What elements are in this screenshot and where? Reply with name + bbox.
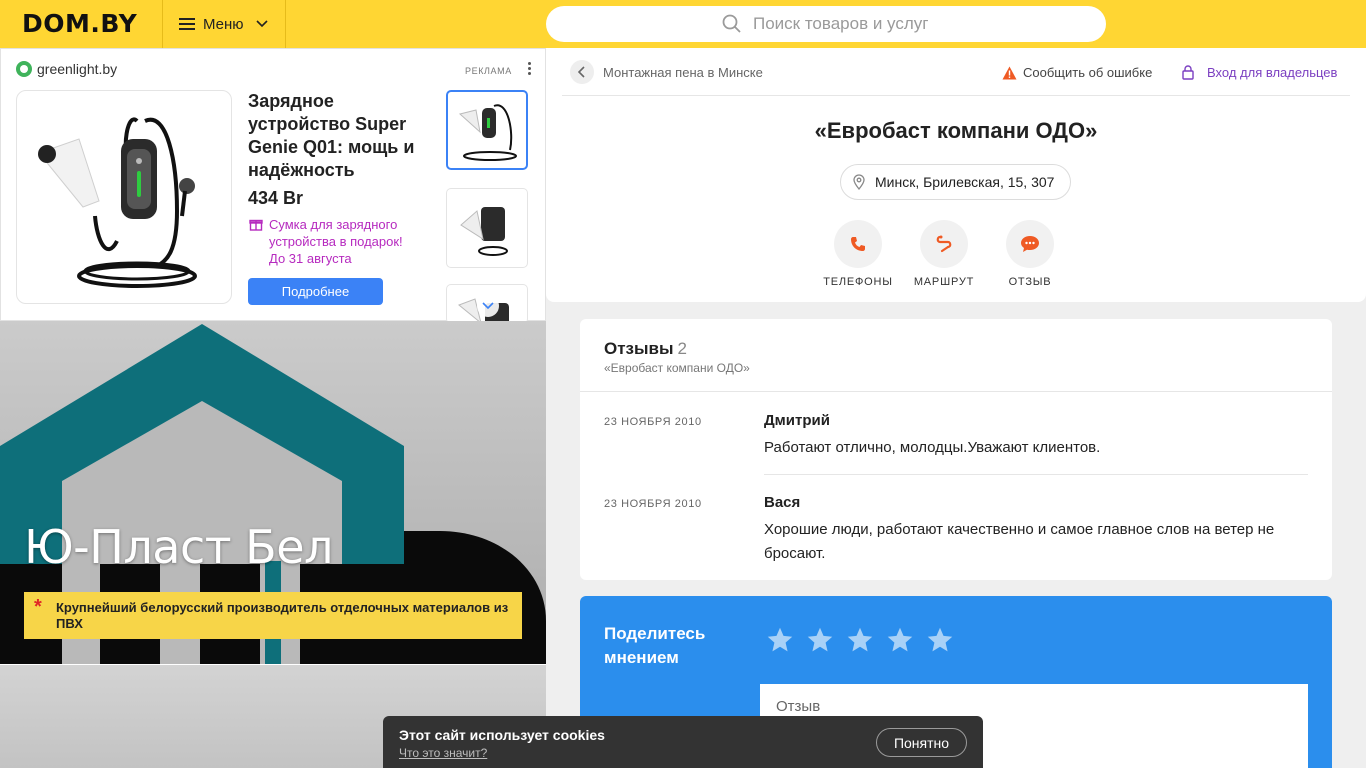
company-name: «Евробаст компани ОДО» — [814, 118, 1098, 143]
route-label: МАРШРУТ — [913, 276, 975, 288]
cookie-info-link[interactable]: Что это значит? — [399, 746, 487, 760]
report-error-label: Сообщить об ошибке — [1023, 65, 1153, 80]
company-card: Монтажная пена в Минске Сообщить об ошиб… — [546, 48, 1366, 302]
phones-button[interactable]: ТЕЛЕФОНЫ — [813, 220, 903, 288]
star-icon[interactable] — [766, 626, 794, 654]
ad-thumbnail-2[interactable] — [446, 188, 528, 268]
review-date: 23 НОЯБРЯ 2010 — [604, 416, 702, 428]
ad-block: greenlight.by РЕКЛАМА Зарядное устройств… — [0, 48, 546, 324]
breadcrumb-link[interactable]: Монтажная пена в Минске — [603, 65, 763, 80]
address-text: Минск, Брилевская, 15, 307 — [875, 174, 1055, 190]
ad-label: РЕКЛАМА — [465, 66, 512, 76]
greenlight-logo-icon — [16, 61, 32, 77]
cookie-accept-button[interactable]: Понятно — [876, 728, 967, 757]
ad-title[interactable]: Зарядное устройство Super Genie Q01: мощ… — [248, 90, 428, 182]
review-author: Дмитрий — [764, 412, 830, 429]
top-header: DOM.BY Меню — [0, 0, 1366, 48]
divider — [764, 474, 1308, 475]
star-icon[interactable] — [806, 626, 834, 654]
review-label: ОТЗЫВ — [1008, 276, 1052, 288]
banner-title: Ю-Пласт Бел — [24, 520, 333, 574]
banner-note: * Крупнейший белорусский производитель о… — [24, 592, 522, 639]
reviews-count: 2 — [677, 339, 687, 358]
ad-brand-name: greenlight.by — [37, 61, 118, 77]
breadcrumb[interactable]: Монтажная пена в Минске — [570, 60, 763, 84]
site-logo[interactable]: DOM.BY — [22, 9, 137, 38]
cookie-banner: Этот сайт использует cookies Что это зна… — [383, 716, 983, 768]
star-icon[interactable] — [926, 626, 954, 654]
search-bar[interactable] — [546, 6, 1106, 42]
review-text: Хорошие люди, работают качественно и сам… — [764, 521, 1275, 562]
thumbnails-scroll-down-icon[interactable] — [477, 295, 499, 317]
cookie-title: Этот сайт использует cookies — [399, 727, 605, 743]
search-icon — [722, 14, 741, 33]
hamburger-icon — [179, 18, 195, 30]
ev-charger-icon — [38, 117, 197, 288]
ad-price: 434 Br — [248, 188, 304, 208]
asterisk-icon: * — [34, 596, 42, 618]
owner-login-link[interactable]: Вход для владельцев — [1182, 65, 1337, 80]
chat-icon — [1021, 236, 1039, 252]
search-input[interactable] — [753, 14, 1053, 34]
more-options-icon[interactable] — [523, 60, 535, 80]
review-button[interactable]: ОТЗЫВ — [985, 220, 1075, 288]
ad-product-image[interactable] — [16, 90, 232, 304]
ad-thumbnail-1[interactable] — [446, 90, 528, 170]
ad-brand[interactable]: greenlight.by — [16, 61, 117, 77]
address-chip[interactable]: Минск, Брилевская, 15, 307 — [840, 164, 1072, 200]
reviews-subtitle: «Евробаст компани ОДО» — [604, 361, 750, 375]
phones-label: ТЕЛЕФОНЫ — [823, 276, 893, 288]
star-icon[interactable] — [846, 626, 874, 654]
divider — [562, 95, 1350, 96]
ad-gift-promo: Сумка для зарядного устройства в подарок… — [248, 216, 418, 267]
share-title: Поделитесь мнением — [604, 624, 706, 667]
menu-button[interactable]: Меню — [162, 0, 286, 48]
ad-more-button[interactable]: Подробнее — [248, 278, 383, 305]
gift-icon — [249, 219, 263, 231]
warning-icon — [1002, 66, 1017, 79]
divider — [580, 391, 1332, 392]
reviews-title-text: Отзывы — [604, 339, 674, 358]
owner-login-label: Вход для владельцев — [1207, 65, 1338, 80]
route-button[interactable]: МАРШРУТ — [899, 220, 989, 288]
star-icon[interactable] — [886, 626, 914, 654]
phone-icon — [851, 237, 865, 251]
back-arrow-icon[interactable] — [570, 60, 594, 84]
reviews-title: Отзывы 2 — [604, 339, 687, 359]
banner-note-text: Крупнейший белорусский производитель отд… — [56, 600, 509, 631]
report-error-link[interactable]: Сообщить об ошибке — [1002, 65, 1152, 80]
reviews-section: Отзывы 2 «Евробаст компани ОДО» 23 НОЯБРЯ… — [580, 319, 1332, 580]
review-author: Вася — [764, 494, 801, 511]
menu-label: Меню — [203, 15, 244, 33]
route-icon — [936, 235, 952, 253]
lock-icon — [1182, 65, 1194, 80]
chevron-down-icon — [255, 20, 268, 28]
ad-gift-text: Сумка для зарядного устройства в подарок… — [269, 217, 403, 266]
review-text: Работают отлично, молодцы.Уважают клиент… — [764, 439, 1101, 456]
rating-stars — [766, 626, 966, 654]
review-date: 23 НОЯБРЯ 2010 — [604, 498, 702, 510]
company-banner[interactable]: Ю-Пласт Бел * Крупнейший белорусский про… — [0, 321, 546, 664]
location-pin-icon — [853, 174, 865, 190]
